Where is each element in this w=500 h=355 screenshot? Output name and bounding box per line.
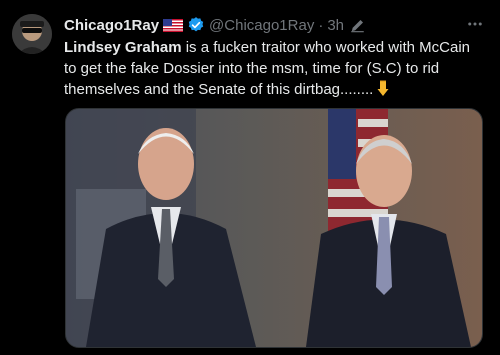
pointing-down-emoji xyxy=(375,80,391,97)
us-flag-icon xyxy=(163,18,184,32)
tweet-image[interactable] xyxy=(65,108,483,348)
text-mention: Lindsey Graham xyxy=(64,39,182,56)
more-options-icon[interactable] xyxy=(464,13,486,35)
photo-two-senators xyxy=(66,109,482,347)
tweet-text: Lindsey Graham is a fucken traitor who w… xyxy=(64,37,484,100)
display-name[interactable]: Chicago1Ray xyxy=(64,17,159,34)
avatar[interactable] xyxy=(12,14,52,54)
timestamp[interactable]: 3h xyxy=(327,17,344,34)
tweet-header: Chicago1Ray @Chicago1Ray · 3h xyxy=(64,13,365,37)
user-handle[interactable]: @Chicago1Ray xyxy=(209,17,314,34)
separator-dot: · xyxy=(318,16,324,34)
tweet-card[interactable]: Chicago1Ray @Chicago1Ray · 3h Lindsey Gr… xyxy=(0,0,500,355)
verified-badge-icon[interactable] xyxy=(187,16,205,34)
edit-pencil-icon[interactable] xyxy=(350,18,365,33)
